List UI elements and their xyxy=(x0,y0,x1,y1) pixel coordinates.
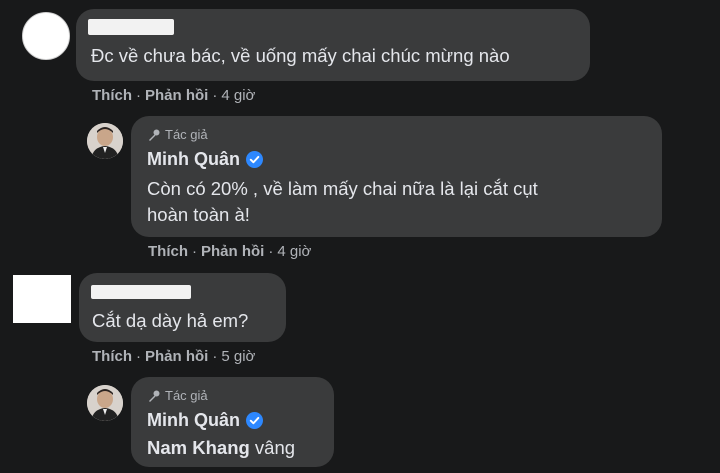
reply-link[interactable]: Phản hồi xyxy=(145,348,208,365)
commenter-avatar[interactable] xyxy=(22,12,70,60)
comment-text: Cắt dạ dày hả em? xyxy=(92,310,249,331)
author-avatar[interactable] xyxy=(87,123,123,159)
author-name[interactable]: Minh Quân xyxy=(147,410,263,431)
person-photo-icon xyxy=(87,123,123,159)
person-photo-icon xyxy=(87,385,123,421)
commenter-avatar[interactable] xyxy=(13,275,71,323)
comment-actions: Thích · Phản hồi · 4 giờ xyxy=(92,87,256,104)
comment-bubble: Cắt dạ dày hả em? xyxy=(79,273,286,342)
comment-bubble: Đc về chưa bác, về uống mấy chai chúc mừ… xyxy=(76,9,590,81)
redacted-name xyxy=(88,19,174,35)
microphone-icon xyxy=(149,390,160,402)
mention-link[interactable]: Nam Khang xyxy=(147,437,250,458)
comment-actions: Thích · Phản hồi · 5 giờ xyxy=(92,348,256,365)
like-link[interactable]: Thích xyxy=(148,243,188,260)
reply-text: Nam Khang vâng xyxy=(147,437,296,458)
author-avatar[interactable] xyxy=(87,385,123,421)
timestamp[interactable]: 4 giờ xyxy=(277,243,311,260)
microphone-icon xyxy=(149,129,160,141)
reply-link[interactable]: Phản hồi xyxy=(201,243,264,260)
reply-bubble: Tác giả Minh Quân Nam Khang vâng xyxy=(131,377,334,467)
comment-text: Đc về chưa bác, về uống mấy chai chúc mừ… xyxy=(91,45,510,66)
verified-badge-icon xyxy=(246,151,263,168)
author-name[interactable]: Minh Quân xyxy=(147,149,263,170)
redacted-name xyxy=(91,285,191,299)
reply-link[interactable]: Phản hồi xyxy=(145,87,208,104)
reply-bubble: Tác giả Minh Quân Còn có 20% , về làm mấ… xyxy=(131,116,662,237)
author-tag: Tác giả xyxy=(147,388,208,403)
like-link[interactable]: Thích xyxy=(92,87,132,104)
author-tag: Tác giả xyxy=(147,127,208,142)
reply-text: Còn có 20% , về làm mấy chai nữa là lại … xyxy=(147,178,538,225)
timestamp[interactable]: 5 giờ xyxy=(221,348,255,365)
reply-actions: Thích · Phản hồi · 4 giờ xyxy=(148,243,312,260)
like-link[interactable]: Thích xyxy=(92,348,132,365)
timestamp[interactable]: 4 giờ xyxy=(221,87,255,104)
verified-badge-icon xyxy=(246,412,263,429)
